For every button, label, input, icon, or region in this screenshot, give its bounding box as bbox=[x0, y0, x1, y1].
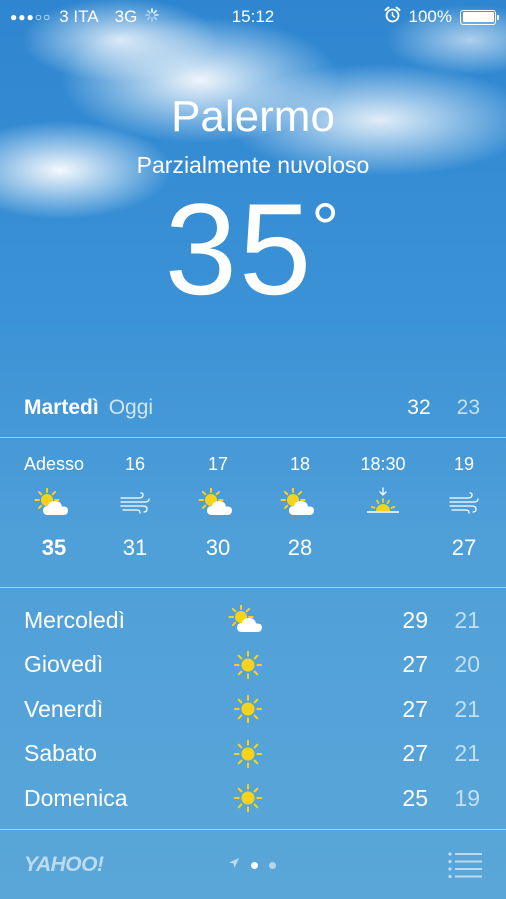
hour-temp: 30 bbox=[205, 535, 231, 560]
hourly-forecast[interactable]: Adesso 35 16 31 17 30 18 28 18:30 19 27 bbox=[0, 450, 506, 585]
hour-label: 17 bbox=[207, 454, 229, 474]
today-summary: Martedì Oggi 32 23 bbox=[24, 393, 480, 423]
hour-label: 16 bbox=[124, 454, 146, 474]
sun-icon bbox=[228, 649, 268, 681]
today-day: Martedì bbox=[24, 396, 99, 419]
day-high: 27 bbox=[402, 695, 428, 722]
divider bbox=[0, 829, 506, 830]
status-bar: ●●●○○ 3 ITA 3G 15:12 100% bbox=[0, 0, 506, 34]
footer-toolbar: YAHOO! bbox=[0, 845, 506, 885]
hour-label: Adesso bbox=[23, 454, 85, 474]
list-item: Sabato 27 21 bbox=[24, 732, 480, 777]
divider bbox=[0, 587, 506, 588]
daily-forecast-list[interactable]: Mercoledì 29 21 Giovedì 27 20 Venerdì 27… bbox=[24, 598, 480, 821]
hourly-item: 17 30 bbox=[173, 450, 263, 568]
day-low: 19 bbox=[454, 784, 480, 811]
current-temperature: 35° bbox=[0, 178, 506, 321]
sun-icon bbox=[228, 693, 268, 725]
hour-temp: 27 bbox=[451, 535, 477, 560]
page-dot bbox=[269, 861, 276, 869]
degree-symbol: ° bbox=[311, 189, 342, 267]
hour-label: 18 bbox=[289, 454, 311, 474]
weather-condition: Parzialmente nuvoloso bbox=[136, 152, 370, 178]
city-name: Palermo bbox=[171, 92, 335, 141]
alarm-icon bbox=[384, 6, 401, 28]
day-name: Domenica bbox=[24, 784, 128, 811]
partly-cloudy-icon bbox=[9, 478, 99, 528]
partly-cloudy-icon bbox=[228, 604, 268, 636]
yahoo-logo[interactable]: YAHOO! bbox=[24, 853, 104, 877]
day-name: Venerdì bbox=[24, 695, 104, 722]
signal-strength-icon: ●●●○○ bbox=[10, 10, 52, 24]
wind-icon bbox=[90, 478, 180, 528]
today-high: 32 bbox=[407, 396, 431, 419]
hourly-item: 18:30 bbox=[338, 450, 428, 568]
battery-percent: 100% bbox=[408, 7, 452, 26]
sunset-icon bbox=[338, 478, 428, 528]
divider bbox=[0, 437, 506, 438]
hour-temp: 31 bbox=[122, 535, 148, 560]
page-dot-active bbox=[251, 861, 258, 869]
list-item: Domenica 25 19 bbox=[24, 776, 480, 821]
hour-temp: 35 bbox=[41, 535, 67, 560]
hourly-item: 18 28 bbox=[255, 450, 345, 568]
clock: 15:12 bbox=[231, 7, 275, 26]
day-high: 27 bbox=[402, 651, 428, 678]
battery-icon bbox=[460, 9, 499, 25]
day-high: 29 bbox=[402, 606, 428, 633]
day-high: 27 bbox=[402, 740, 428, 767]
hour-label: 19 bbox=[453, 454, 475, 474]
day-low: 21 bbox=[454, 740, 480, 767]
hourly-item: Adesso 35 bbox=[9, 450, 99, 568]
wind-icon bbox=[419, 478, 506, 528]
temperature-value: 35 bbox=[164, 176, 314, 322]
day-name: Sabato bbox=[24, 740, 97, 767]
network-label: 3G bbox=[114, 7, 138, 26]
hourly-item: 19 27 bbox=[419, 450, 506, 568]
list-item: Mercoledì 29 21 bbox=[24, 598, 480, 643]
sun-icon bbox=[228, 738, 268, 770]
hour-temp bbox=[338, 528, 428, 568]
today-low: 23 bbox=[456, 396, 480, 419]
location-arrow-icon bbox=[228, 856, 240, 874]
day-high: 25 bbox=[402, 784, 428, 811]
list-item: Giovedì 27 20 bbox=[24, 643, 480, 688]
day-name: Giovedì bbox=[24, 651, 104, 678]
hour-temp: 28 bbox=[287, 535, 313, 560]
day-low: 20 bbox=[454, 651, 480, 678]
list-menu-icon[interactable] bbox=[448, 851, 482, 879]
activity-spinner-icon bbox=[145, 7, 160, 27]
page-indicator[interactable] bbox=[228, 856, 276, 874]
today-label: Oggi bbox=[108, 396, 154, 419]
hour-label: 18:30 bbox=[360, 454, 406, 474]
partly-cloudy-icon bbox=[255, 478, 345, 528]
sun-icon bbox=[228, 782, 268, 814]
day-low: 21 bbox=[454, 695, 480, 722]
carrier-label: 3 ITA bbox=[59, 7, 99, 26]
day-low: 21 bbox=[454, 606, 480, 633]
partly-cloudy-icon bbox=[173, 478, 263, 528]
list-item: Venerdì 27 21 bbox=[24, 687, 480, 732]
day-name: Mercoledì bbox=[24, 606, 125, 633]
hourly-item: 16 31 bbox=[90, 450, 180, 568]
